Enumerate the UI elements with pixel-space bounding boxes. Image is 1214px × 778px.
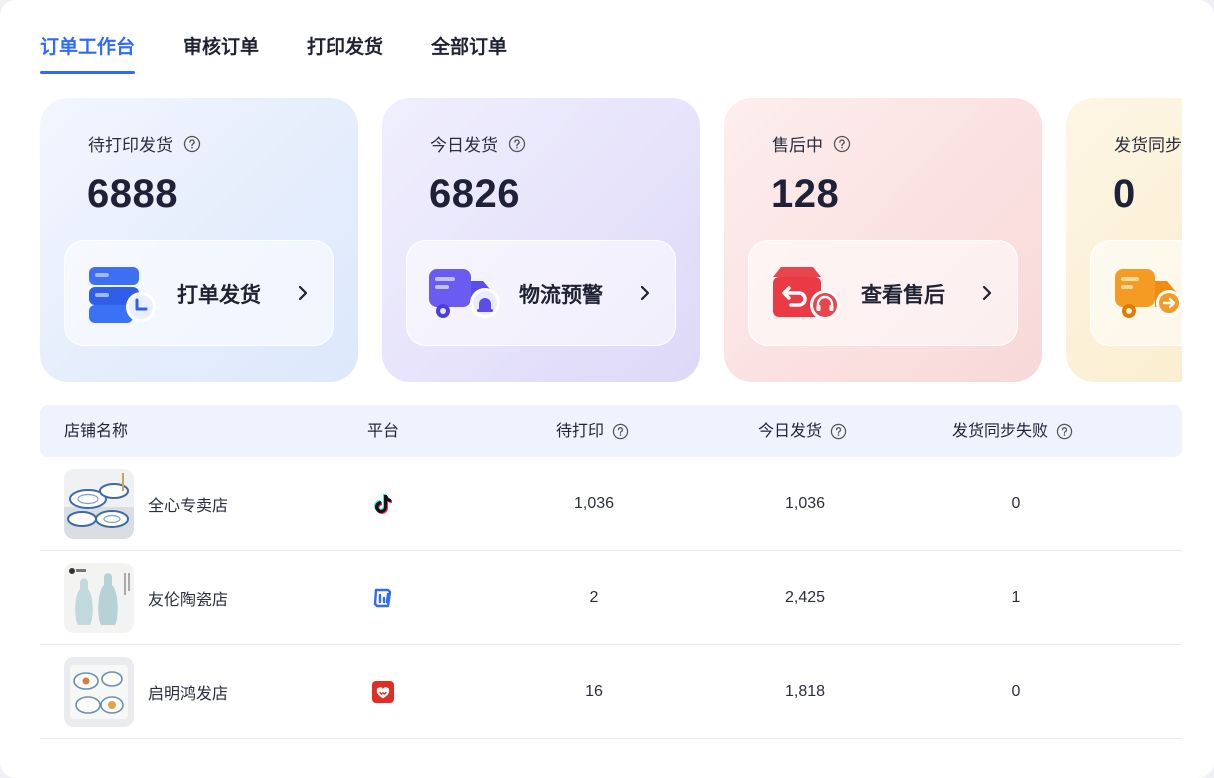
tab-bar: 订单工作台 审核订单 打印发货 全部订单: [40, 30, 555, 76]
sync-failed-value: 1: [1011, 589, 1021, 606]
card-label: 售后中: [772, 131, 851, 156]
card-label-text: 发货同步: [1114, 136, 1182, 156]
store-table: 店铺名称 平台 待打印 今日发货 发货同步失败 全心专卖店 1,036 1,03…: [40, 405, 1182, 739]
today-shipped-value: 1,818: [784, 683, 826, 700]
store-thumbnail-tableware: [64, 657, 134, 727]
store-cell: 友伦陶瓷店: [64, 551, 228, 645]
chevron-right-icon: [982, 285, 992, 301]
header-today-shipped: 今日发货: [758, 405, 847, 457]
help-icon[interactable]: [1056, 423, 1073, 440]
table-row[interactable]: 友伦陶瓷店 2 2,425 1: [40, 551, 1182, 645]
store-name[interactable]: 全心专卖店: [148, 492, 228, 516]
stat-cards: 待打印发货 6888 打单发货 今日发货 6826 物流预警 售后中 128 查…: [40, 98, 1182, 382]
platform-cell: [371, 457, 395, 551]
print-ship-button[interactable]: 打单发货: [64, 240, 334, 346]
card-label-text: 待打印发货: [88, 136, 173, 156]
action-label: 物流预警: [519, 283, 603, 307]
tab-review-orders[interactable]: 审核订单: [183, 30, 259, 74]
douyin-icon: [374, 494, 392, 514]
action-label: 查看售后: [861, 283, 945, 307]
pending-print-value: 1,036: [573, 495, 615, 512]
table-row[interactable]: 启明鸿发店 16 1,818 0: [40, 645, 1182, 739]
tab-all-orders[interactable]: 全部订单: [431, 30, 507, 74]
store-name[interactable]: 友伦陶瓷店: [148, 586, 228, 610]
store-thumbnail-vases: [64, 563, 134, 633]
store-cell: 启明鸿发店: [64, 645, 228, 739]
chevron-right-icon: [640, 285, 650, 301]
header-text: 发货同步失败: [952, 421, 1049, 440]
card-label-text: 今日发货: [430, 136, 498, 156]
card-value: 128: [771, 172, 840, 216]
table-row[interactable]: 全心专卖店 1,036 1,036 0: [40, 457, 1182, 551]
truck-alert-illustration-icon: [429, 269, 500, 318]
card-today-shipped: 今日发货 6826 物流预警: [382, 98, 700, 382]
view-after-sales-button[interactable]: 查看售后: [748, 240, 1018, 346]
platform-cell: [371, 645, 395, 739]
pending-print-value: 16: [585, 683, 603, 700]
ship-sync-button[interactable]: [1090, 240, 1182, 346]
header-text: 待打印: [556, 421, 605, 440]
store-name[interactable]: 启明鸿发店: [148, 680, 228, 704]
today-shipped-value: 1,036: [784, 495, 826, 512]
chevron-right-icon: [298, 285, 308, 301]
store-cell: 全心专卖店: [64, 457, 228, 551]
help-icon[interactable]: [183, 135, 201, 153]
logistics-alert-button[interactable]: 物流预警: [406, 240, 676, 346]
platform-cell: [371, 551, 395, 645]
card-label: 待打印发货: [88, 131, 201, 156]
header-sync-failed: 发货同步失败: [952, 405, 1073, 457]
card-label: 今日发货: [430, 131, 526, 156]
card-after-sales: 售后中 128 查看售后: [724, 98, 1042, 382]
card-value: 6826: [429, 172, 520, 216]
today-shipped-value: 2,425: [784, 589, 826, 606]
card-pending-print: 待打印发货 6888 打单发货: [40, 98, 358, 382]
print-ship-illustration-icon: [89, 267, 156, 323]
action-label: 打单发货: [177, 283, 261, 307]
pinduoduo-icon: [372, 681, 394, 703]
help-icon[interactable]: [508, 135, 526, 153]
card-label-text: 售后中: [772, 136, 823, 156]
header-platform: 平台: [367, 405, 399, 457]
help-icon[interactable]: [612, 423, 629, 440]
card-ship-sync: 发货同步 0: [1066, 98, 1182, 382]
truck-sync-illustration-icon: [1115, 269, 1182, 318]
card-value: 0: [1113, 172, 1136, 216]
pending-print-value: 2: [589, 589, 599, 606]
after-sale-box-illustration-icon: [773, 267, 840, 320]
header-text: 店铺名称: [64, 421, 129, 440]
header-pending-print: 待打印: [556, 405, 629, 457]
header-text: 平台: [367, 421, 400, 440]
tab-order-workbench[interactable]: 订单工作台: [40, 30, 136, 74]
kuaishou-icon: [373, 588, 392, 608]
store-thumbnail-plates: [64, 469, 134, 539]
card-value: 6888: [87, 172, 178, 216]
sync-failed-value: 0: [1011, 683, 1021, 700]
help-icon[interactable]: [833, 135, 851, 153]
help-icon[interactable]: [830, 423, 847, 440]
header-text: 今日发货: [758, 421, 823, 440]
tab-print-ship[interactable]: 打印发货: [307, 30, 383, 74]
sync-failed-value: 0: [1011, 495, 1021, 512]
card-label: 发货同步: [1114, 131, 1182, 156]
table-header: 店铺名称 平台 待打印 今日发货 发货同步失败: [40, 405, 1182, 457]
header-store-name: 店铺名称: [64, 405, 128, 457]
order-workbench-panel: 订单工作台 审核订单 打印发货 全部订单 待打印发货 6888 打单发货 今日发…: [0, 0, 1214, 778]
